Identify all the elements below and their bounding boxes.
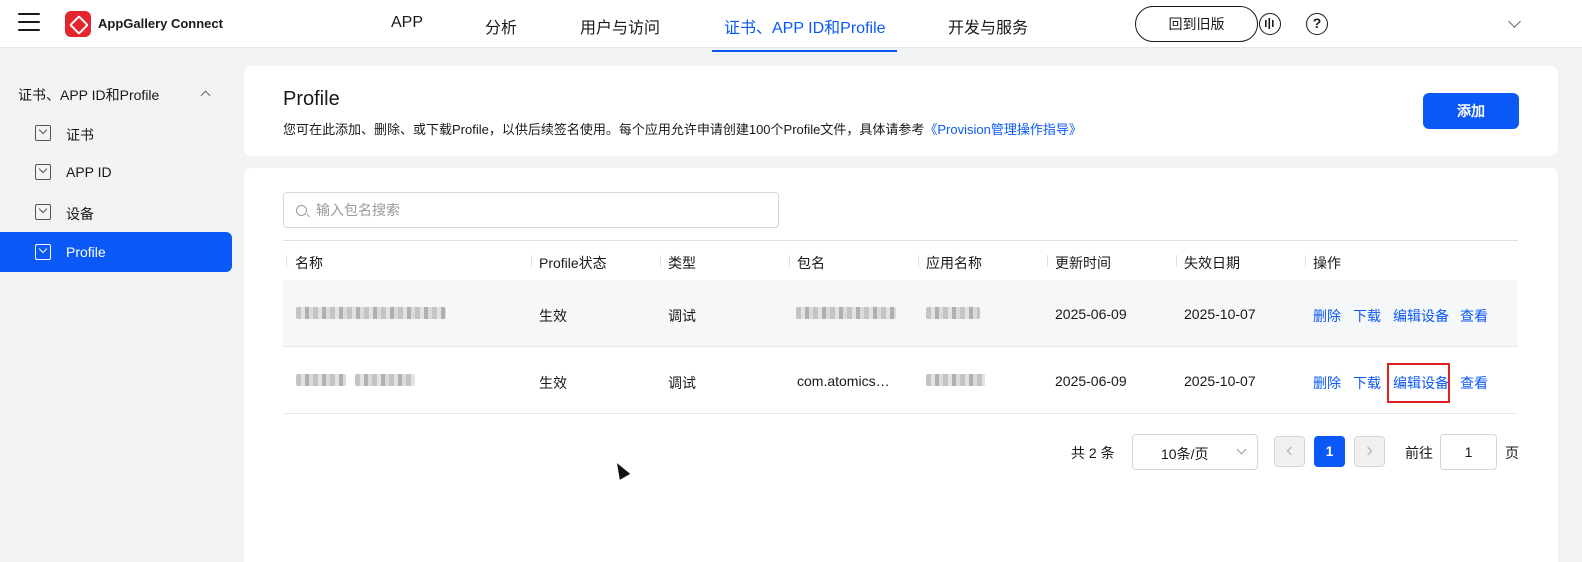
- next-page-button[interactable]: [1354, 436, 1385, 467]
- search-box[interactable]: [283, 192, 779, 228]
- chevron-down-icon: [1236, 444, 1247, 455]
- page-header-card: Profile 您可在此添加、删除、或下载Profile，以供后续签名使用。每个…: [244, 66, 1558, 156]
- sidebar: 证书、APP ID和Profile 证书 APP ID 设备 Profile: [0, 49, 244, 562]
- column-divider: [1176, 255, 1177, 267]
- cell-expires: 2025-10-07: [1184, 306, 1256, 322]
- page-description: 您可在此添加、删除、或下载Profile，以供后续签名使用。每个应用允许申请创建…: [283, 119, 1082, 138]
- download-link[interactable]: 下载: [1353, 373, 1381, 393]
- cell-expires: 2025-10-07: [1184, 373, 1256, 389]
- sidebar-item-label: Profile: [66, 244, 106, 260]
- col-status: Profile状态: [539, 255, 607, 271]
- cell-updated: 2025-06-09: [1055, 373, 1127, 389]
- redacted-name: [296, 374, 346, 386]
- column-divider: [660, 255, 661, 267]
- feedback-icon[interactable]: [1259, 13, 1281, 35]
- tab-certificates[interactable]: 证书、APP ID和Profile: [724, 14, 886, 38]
- cell-updated: 2025-06-09: [1055, 306, 1127, 322]
- table-row: 生效 调试 2025-06-09 2025-10-07 删除 下载 编辑设备 查…: [283, 280, 1518, 347]
- chevron-right-icon: [1363, 446, 1373, 456]
- folder-icon: [35, 204, 51, 220]
- view-link[interactable]: 查看: [1460, 306, 1488, 326]
- view-link[interactable]: 查看: [1460, 373, 1488, 393]
- sidebar-item-certificates[interactable]: 证书: [0, 113, 232, 153]
- page-suffix: 页: [1505, 445, 1519, 461]
- provision-guide-link[interactable]: 《Provision管理操作指导》: [924, 122, 1081, 137]
- profile-list-card: 名称 Profile状态 类型 包名 应用名称 更新时间 失效日期 操作 生效 …: [244, 168, 1558, 562]
- page-1-button[interactable]: 1: [1314, 436, 1345, 467]
- column-divider: [918, 255, 919, 267]
- pagination: 共 2 条 10条/页 1 前往 页: [244, 432, 1558, 470]
- cell-status: 生效: [539, 375, 567, 391]
- tab-users-access[interactable]: 用户与访问: [580, 14, 660, 38]
- page-title: Profile: [283, 88, 340, 110]
- col-expires: 失效日期: [1184, 255, 1240, 271]
- redacted-app-name: [926, 374, 985, 386]
- column-divider: [1305, 255, 1306, 267]
- goto-page-input[interactable]: [1440, 434, 1497, 470]
- edit-devices-link[interactable]: 编辑设备: [1393, 306, 1449, 326]
- top-bar: AppGallery Connect APP 分析 用户与访问 证书、APP I…: [0, 0, 1582, 48]
- brand-name: AppGallery Connect: [98, 16, 223, 31]
- page-size-select[interactable]: 10条/页: [1132, 434, 1258, 470]
- total-count: 共 2 条: [1071, 445, 1115, 461]
- folder-icon: [35, 125, 51, 141]
- add-button[interactable]: 添加: [1423, 93, 1519, 129]
- sidebar-item-devices[interactable]: 设备: [0, 192, 232, 232]
- table-header: 名称 Profile状态 类型 包名 应用名称 更新时间 失效日期 操作: [283, 240, 1518, 280]
- goto-label: 前往: [1405, 445, 1433, 461]
- old-version-button[interactable]: 回到旧版: [1135, 6, 1258, 42]
- delete-link[interactable]: 删除: [1313, 373, 1341, 393]
- search-input[interactable]: [316, 193, 766, 227]
- col-updated: 更新时间: [1055, 255, 1111, 271]
- edit-devices-highlight: [1387, 363, 1450, 403]
- chevron-left-icon: [1286, 446, 1296, 456]
- profile-table: 名称 Profile状态 类型 包名 应用名称 更新时间 失效日期 操作 生效 …: [283, 240, 1518, 414]
- tab-app[interactable]: APP: [391, 14, 423, 32]
- folder-icon: [35, 244, 51, 260]
- sidebar-item-app-id[interactable]: APP ID: [0, 152, 232, 192]
- hamburger-menu-icon[interactable]: [18, 13, 40, 33]
- sidebar-item-profile[interactable]: Profile: [0, 232, 232, 272]
- column-divider: [531, 255, 532, 267]
- active-tab-indicator: [712, 50, 897, 52]
- sidebar-item-label: APP ID: [66, 164, 112, 180]
- delete-link[interactable]: 删除: [1313, 306, 1341, 326]
- redacted-app-name: [926, 307, 980, 319]
- sidebar-item-label: 证书: [66, 127, 94, 143]
- column-divider: [286, 255, 287, 267]
- prev-page-button[interactable]: [1274, 436, 1305, 467]
- tab-analytics[interactable]: 分析: [485, 14, 517, 38]
- cell-type: 调试: [668, 308, 696, 324]
- page-size-value: 10条/页: [1161, 446, 1209, 462]
- column-divider: [1047, 255, 1048, 267]
- tab-dev-services[interactable]: 开发与服务: [948, 14, 1028, 38]
- cell-type: 调试: [668, 375, 696, 391]
- download-link[interactable]: 下载: [1353, 306, 1381, 326]
- search-icon: [296, 205, 307, 216]
- sidebar-group-label[interactable]: 证书、APP ID和Profile: [18, 85, 159, 105]
- redacted-package: [796, 307, 896, 319]
- cell-package: com.atomics…: [797, 373, 890, 389]
- col-package: 包名: [797, 255, 825, 271]
- folder-icon: [35, 164, 51, 180]
- table-row: 生效 调试 com.atomics… 2025-06-09 2025-10-07…: [283, 347, 1518, 414]
- chevron-down-icon[interactable]: [1508, 15, 1521, 28]
- column-divider: [789, 255, 790, 267]
- redacted-name: [355, 374, 415, 386]
- chevron-up-icon[interactable]: [200, 90, 211, 101]
- description-text: 您可在此添加、删除、或下载Profile，以供后续签名使用。每个应用允许申请创建…: [283, 122, 925, 137]
- col-actions: 操作: [1313, 255, 1341, 271]
- help-icon[interactable]: ?: [1306, 13, 1328, 35]
- redacted-name: [296, 307, 446, 319]
- col-type: 类型: [668, 255, 696, 271]
- col-name: 名称: [295, 255, 323, 271]
- col-app-name: 应用名称: [926, 255, 982, 271]
- cell-status: 生效: [539, 308, 567, 324]
- appgallery-logo-icon: [65, 11, 91, 37]
- sidebar-item-label: 设备: [66, 206, 94, 222]
